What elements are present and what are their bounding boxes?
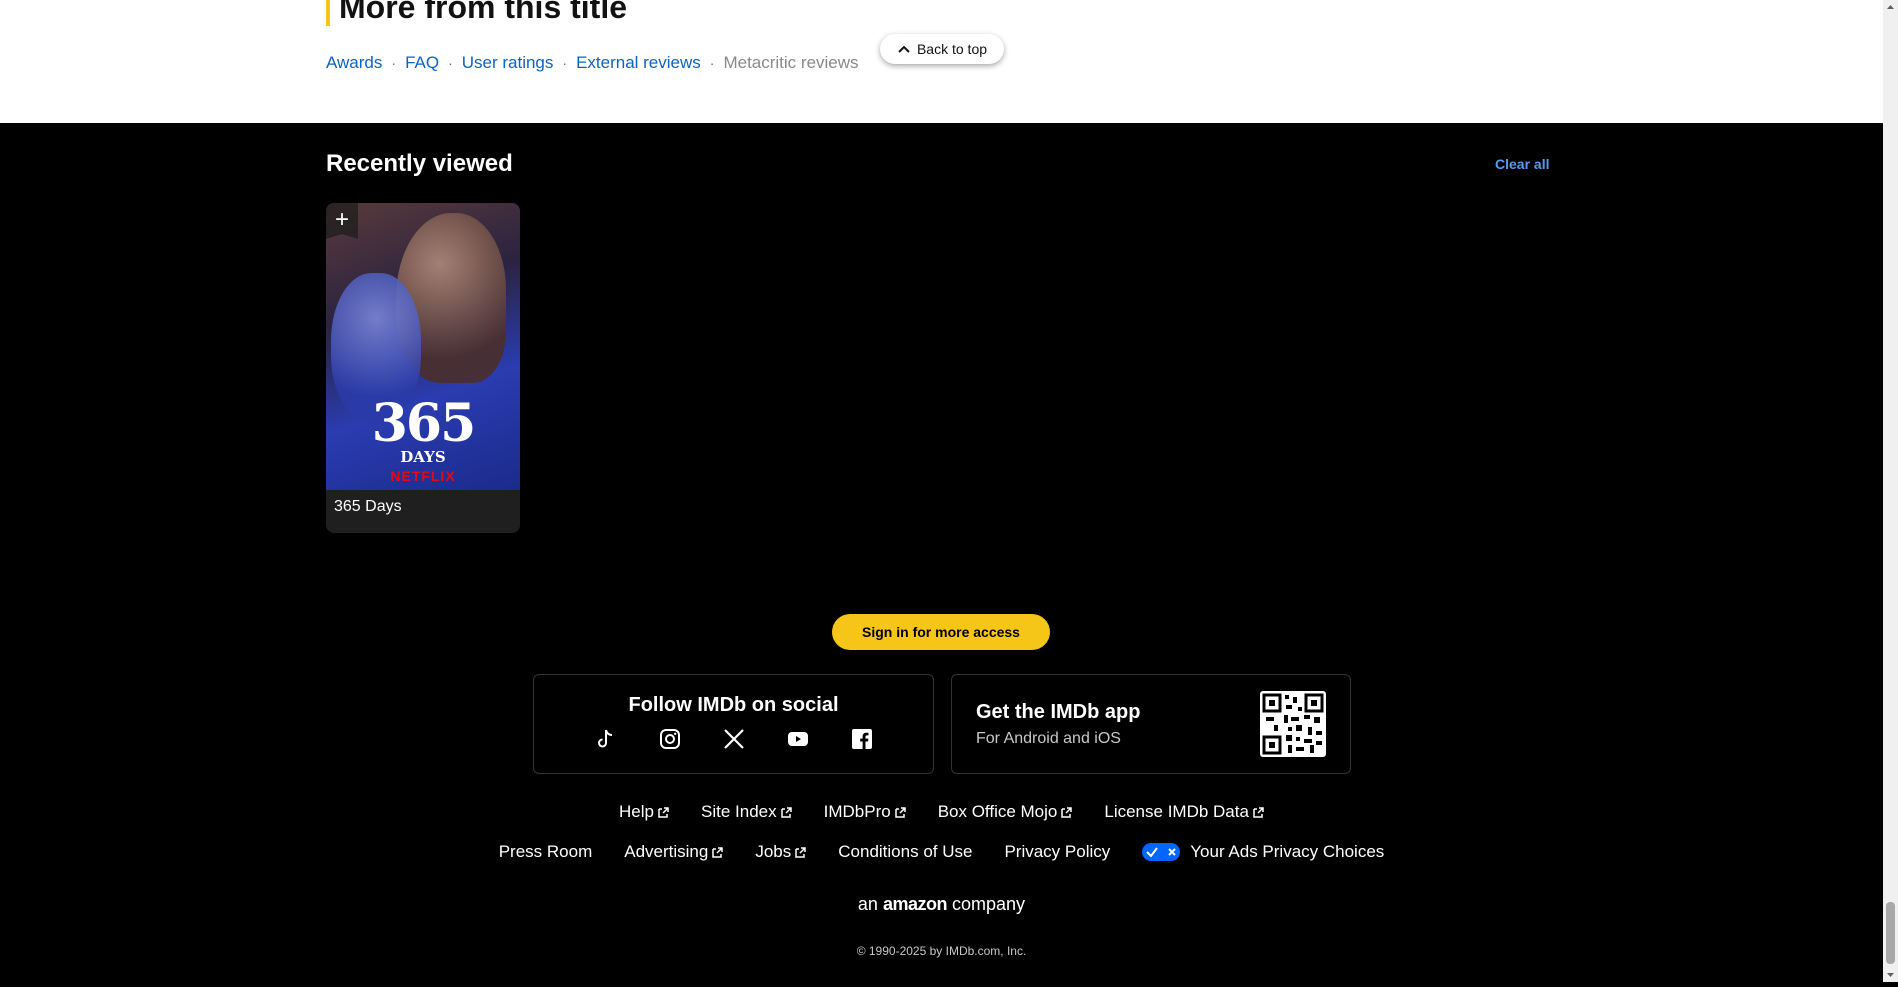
awards-link[interactable]: Awards xyxy=(326,52,382,74)
separator-dot: · xyxy=(562,55,568,71)
recently-viewed-card[interactable]: 365 DAYS NETFLIX + 365 Days xyxy=(326,203,520,533)
social-icons xyxy=(534,727,933,751)
scroll-up-icon[interactable] xyxy=(1883,0,1898,15)
page-scrollbar[interactable] xyxy=(1883,0,1898,982)
x-icon[interactable] xyxy=(722,727,746,751)
separator-dot: · xyxy=(448,55,453,71)
poster-image[interactable]: 365 DAYS NETFLIX xyxy=(326,203,520,490)
box-office-mojo-label: Box Office Mojo xyxy=(937,802,1058,821)
conditions-of-use-link[interactable]: Conditions of Use xyxy=(838,841,972,863)
more-from-title-section: More from this title Awards · FAQ · User… xyxy=(0,0,1883,123)
site-index-link[interactable]: Site Index xyxy=(701,801,792,823)
external-link-icon xyxy=(894,806,906,818)
jobs-link[interactable]: Jobs xyxy=(755,841,807,863)
back-to-top-label: Back to top xyxy=(916,41,988,57)
app-box[interactable]: Get the IMDb app For Android and iOS xyxy=(951,674,1351,774)
imdbpro-link[interactable]: IMDbPro xyxy=(824,801,906,823)
box-office-mojo-link[interactable]: Box Office Mojo xyxy=(938,801,1073,823)
poster-brand: NETFLIX xyxy=(390,468,456,484)
sign-in-button[interactable]: Sign in for more access xyxy=(832,614,1050,650)
separator-dot: · xyxy=(391,55,397,71)
scroll-thumb[interactable] xyxy=(1886,902,1895,964)
app-title: Get the IMDb app xyxy=(976,701,1141,723)
tiktok-icon[interactable] xyxy=(594,727,618,751)
imdbpro-label: IMDbPro xyxy=(823,802,891,821)
clear-all-button[interactable]: Clear all xyxy=(1495,155,1549,173)
user-ratings-link[interactable]: User ratings xyxy=(462,52,554,74)
social-title: Follow IMDb on social xyxy=(628,694,839,716)
help-label: Help xyxy=(619,802,654,821)
site-index-label: Site Index xyxy=(701,802,777,821)
scroll-down-icon[interactable] xyxy=(1883,967,1898,982)
plus-icon: + xyxy=(334,206,349,233)
jobs-label: Jobs xyxy=(755,842,792,861)
external-link-icon xyxy=(658,806,669,818)
amazon-company-logo: an amazon company xyxy=(0,893,1883,915)
amazon-suffix: company xyxy=(952,894,1026,914)
external-link-icon xyxy=(1061,806,1073,818)
qr-code xyxy=(1260,691,1326,757)
amazon-brand: amazon xyxy=(882,894,948,914)
card-title[interactable]: 365 Days xyxy=(334,497,402,517)
license-imdb-data-label: License IMDb Data xyxy=(1104,802,1249,821)
external-link-icon xyxy=(712,846,724,858)
privacy-options-icon xyxy=(1142,843,1181,861)
advertising-link[interactable]: Advertising xyxy=(624,841,724,863)
external-link-icon xyxy=(780,806,792,818)
external-link-icon xyxy=(1253,806,1264,818)
youtube-icon[interactable] xyxy=(786,727,810,751)
advertising-label: Advertising xyxy=(624,842,709,861)
recently-viewed-title: Recently viewed xyxy=(326,150,513,177)
chevron-up-icon xyxy=(897,41,911,57)
add-to-watchlist-button[interactable]: + xyxy=(326,203,358,239)
poster-number: 365 xyxy=(371,393,477,454)
app-subtitle: For Android and iOS xyxy=(976,730,1121,747)
press-room-link[interactable]: Press Room xyxy=(499,841,593,863)
faq-link[interactable]: FAQ xyxy=(405,52,439,74)
poster-word: DAYS xyxy=(400,448,446,466)
external-link-icon xyxy=(795,846,807,858)
footer-links-row: Help Site Index IMDbPro Box Office Mojo … xyxy=(0,801,1883,823)
copyright-text: © 1990-2025 by IMDb.com, Inc. xyxy=(856,944,1027,958)
social-box: Follow IMDb on social xyxy=(533,674,934,774)
help-link[interactable]: Help xyxy=(619,801,669,823)
more-from-title-heading: More from this title xyxy=(326,0,627,26)
license-imdb-data-link[interactable]: License IMDb Data xyxy=(1104,801,1264,823)
amazon-prefix: an xyxy=(857,894,878,914)
instagram-icon[interactable] xyxy=(658,727,682,751)
ads-privacy-choices-label: Your Ads Privacy Choices xyxy=(1190,842,1385,861)
ads-privacy-choices-link[interactable]: Your Ads Privacy Choices xyxy=(1142,841,1384,863)
privacy-policy-link[interactable]: Privacy Policy xyxy=(1004,841,1110,863)
metacritic-reviews-link: Metacritic reviews xyxy=(723,53,859,72)
back-to-top-button[interactable]: Back to top xyxy=(880,34,1004,64)
separator-dot: · xyxy=(709,55,715,71)
more-from-title-links: Awards · FAQ · User ratings · External r… xyxy=(326,52,859,74)
facebook-icon[interactable] xyxy=(850,727,874,751)
footer-links-row: Press Room Advertising Jobs Conditions o… xyxy=(0,841,1883,863)
external-reviews-link[interactable]: External reviews xyxy=(576,52,701,74)
